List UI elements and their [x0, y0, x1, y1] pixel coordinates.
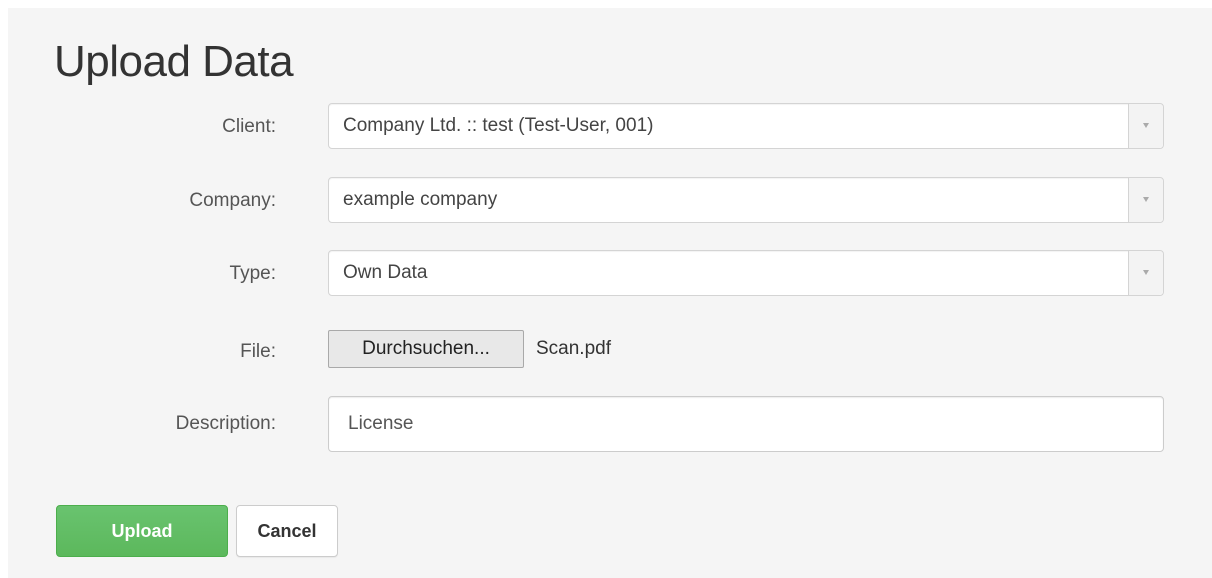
description-label: Description:	[175, 413, 276, 434]
cancel-button[interactable]: Cancel	[236, 505, 338, 557]
selected-file-name: Scan.pdf	[536, 338, 611, 359]
client-select-value: Company Ltd. :: test (Test-User, 001)	[343, 115, 654, 136]
type-select[interactable]: Own Data	[328, 250, 1164, 296]
company-dropdown-toggle[interactable]	[1128, 178, 1163, 222]
description-field[interactable]	[328, 396, 1164, 452]
company-select-value: example company	[343, 189, 498, 210]
type-dropdown-toggle[interactable]	[1128, 251, 1163, 295]
type-label: Type:	[229, 263, 276, 284]
type-row: Type: Own Data	[0, 250, 1212, 298]
chevron-down-icon	[1143, 270, 1149, 275]
type-select-value: Own Data	[343, 262, 428, 283]
chevron-down-icon	[1143, 197, 1149, 202]
description-row: Description:	[0, 396, 1212, 452]
page-title: Upload Data	[54, 37, 294, 86]
chevron-down-icon	[1143, 123, 1149, 128]
file-label: File:	[240, 341, 276, 362]
company-label: Company:	[189, 190, 276, 211]
upload-button[interactable]: Upload	[56, 505, 228, 557]
client-dropdown-toggle[interactable]	[1128, 104, 1163, 148]
browse-button[interactable]: Durchsuchen...	[328, 330, 524, 368]
company-row: Company: example company	[0, 177, 1212, 225]
client-select[interactable]: Company Ltd. :: test (Test-User, 001)	[328, 103, 1164, 149]
file-row: File: Durchsuchen... Scan.pdf	[0, 328, 1212, 376]
client-label: Client:	[222, 116, 276, 137]
client-row: Client: Company Ltd. :: test (Test-User,…	[0, 103, 1212, 151]
company-select[interactable]: example company	[328, 177, 1164, 223]
